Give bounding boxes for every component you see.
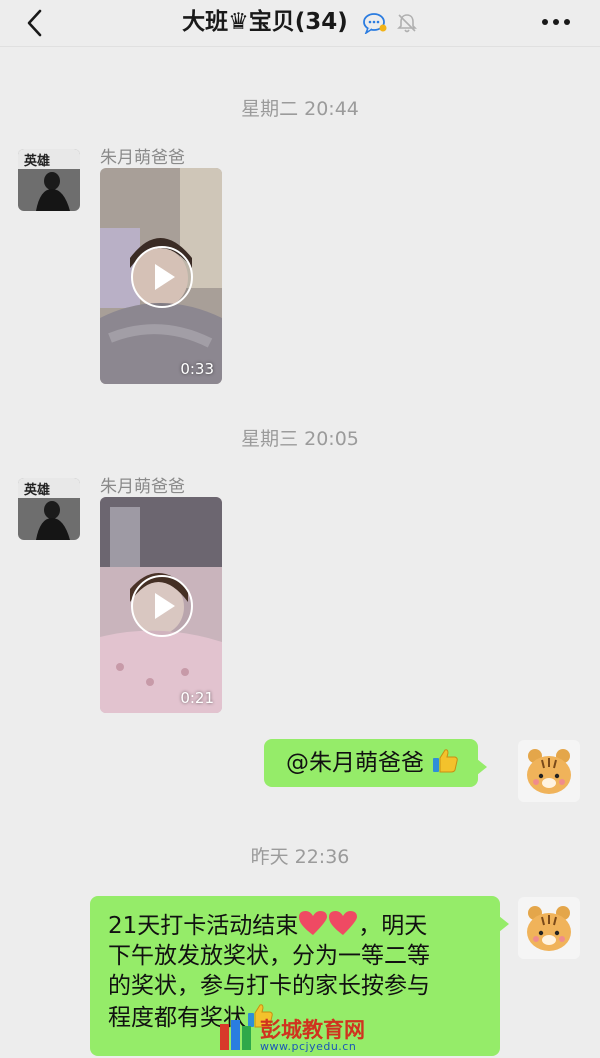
svg-text:英雄: 英雄: [23, 153, 50, 169]
my-avatar[interactable]: [518, 740, 580, 802]
timestamp: 昨天 22:36: [250, 846, 350, 868]
chat-header: 大班♛宝贝(34): [0, 0, 600, 47]
heart-icon: [299, 911, 328, 935]
tiger-avatar-image: [518, 897, 580, 959]
sender-name: 朱月萌爸爸: [100, 477, 185, 497]
avatar-image: 英雄: [18, 478, 80, 540]
sender-avatar[interactable]: 英雄: [18, 478, 80, 540]
avatar-image: 英雄: [18, 149, 80, 211]
message-line: 的奖状，参与打卡的家长按参与: [108, 973, 430, 999]
heart-icon: [329, 911, 358, 935]
message-text: ，明天: [358, 913, 428, 939]
member-count: (34): [294, 9, 348, 35]
book-logo-icon: [220, 1020, 251, 1050]
tiger-avatar-image: [518, 740, 580, 802]
group-name: 大班♛宝贝: [182, 9, 295, 35]
video-duration: 0:21: [180, 689, 214, 707]
my-text-message[interactable]: @朱月萌爸爸: [264, 739, 487, 787]
timestamp: 星期三 20:05: [241, 428, 359, 450]
message-line: 下午放发放奖状，分为一等二等: [108, 943, 430, 969]
video-message[interactable]: 0:33: [100, 168, 222, 384]
watermark-url: www.pcjyedu.cn: [260, 1040, 357, 1053]
group-chat-icon: [362, 13, 387, 36]
video-message[interactable]: 0:21: [100, 497, 222, 713]
more-dots-icon[interactable]: [540, 12, 572, 32]
svg-text:英雄: 英雄: [23, 482, 50, 498]
message-text: 21天打卡活动结束: [108, 913, 299, 939]
sender-avatar[interactable]: 英雄: [18, 149, 80, 211]
thumbs-up-icon: [433, 749, 459, 773]
chat-title: 大班♛宝贝(34): [0, 6, 600, 39]
mute-bell-icon: [396, 14, 417, 33]
my-avatar[interactable]: [518, 897, 580, 959]
message-text: @朱月萌爸爸: [286, 750, 432, 776]
play-icon[interactable]: [131, 575, 193, 637]
watermark: 彭城教育网 www.pcjyedu.cn: [216, 1012, 396, 1056]
message-line: 21天打卡活动结束 ，明天: [108, 909, 484, 941]
timestamp: 星期二 20:44: [241, 98, 359, 120]
play-icon[interactable]: [131, 246, 193, 308]
sender-name: 朱月萌爸爸: [100, 148, 185, 168]
video-duration: 0:33: [180, 360, 214, 378]
